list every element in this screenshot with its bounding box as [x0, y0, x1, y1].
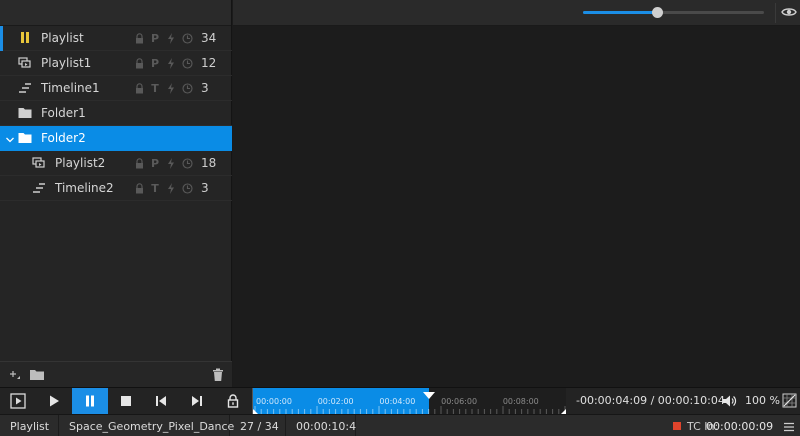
item-count: 18	[201, 156, 217, 170]
trash-icon[interactable]	[212, 368, 224, 382]
timeline-tick-label: 00:02:00	[317, 397, 354, 406]
lock-icon[interactable]	[131, 57, 147, 70]
folder-icon	[18, 132, 32, 144]
clock-icon[interactable]	[179, 157, 195, 170]
play-icon	[50, 395, 59, 407]
item-flags: T	[131, 182, 195, 195]
bolt-icon[interactable]	[163, 82, 179, 95]
status-mode: Playlist	[0, 415, 59, 436]
preview-area	[233, 26, 800, 387]
tree-item-label: Folder2	[41, 131, 86, 145]
new-folder-icon[interactable]	[29, 368, 45, 381]
item-count: 34	[201, 31, 217, 45]
pause-icon	[18, 32, 32, 44]
stop-icon	[121, 396, 131, 406]
skip-forward-icon	[192, 396, 202, 406]
lock-icon[interactable]	[131, 82, 147, 95]
playlist-sidebar: Playlist P 34 Playlist1 P 12 Timeline1 T 3 Folder…	[0, 0, 232, 387]
out-point-marker[interactable]	[558, 406, 566, 417]
transport-bar: 00:00:00 00:02:00 00:04:00 00:06:00 00:08:00…	[0, 387, 800, 417]
menu-icon[interactable]	[784, 421, 794, 432]
stop-button[interactable]	[108, 388, 144, 414]
lock-icon[interactable]	[131, 157, 147, 170]
next-button[interactable]	[179, 388, 215, 414]
time-readout: -00:00:04:09 / 00:00:10:04	[576, 394, 725, 407]
tree-item-folder2[interactable]: Folder2	[0, 126, 232, 151]
pause-button[interactable]	[72, 388, 108, 414]
tree-item-playlist1[interactable]: Playlist1 P 12	[0, 51, 232, 76]
bolt-icon[interactable]	[163, 157, 179, 170]
tc-value: 00:00:00:09	[706, 420, 774, 433]
skip-back-icon	[156, 396, 166, 406]
clock-icon[interactable]	[179, 182, 195, 195]
previous-button[interactable]	[143, 388, 179, 414]
lock-button[interactable]	[215, 388, 251, 414]
item-count: 3	[201, 181, 209, 195]
timeline-scrubber[interactable]: 00:00:00 00:02:00 00:04:00 00:06:00 00:08:00	[252, 388, 566, 417]
clock-icon[interactable]	[179, 57, 195, 70]
chevron-down-icon[interactable]	[5, 134, 15, 144]
bolt-icon[interactable]	[163, 32, 179, 45]
tree-item-label: Playlist	[41, 31, 84, 45]
tree-item-label: Playlist1	[41, 56, 92, 70]
zoom-slider-handle[interactable]	[651, 7, 663, 18]
timeline-icon	[18, 82, 32, 94]
item-flags: P	[131, 32, 195, 45]
timeline-tick-label: 00:04:00	[379, 397, 416, 406]
grid-toggle-icon[interactable]	[782, 393, 797, 408]
timeline-tick-label: 00:00:00	[256, 397, 292, 406]
lock-icon[interactable]	[131, 182, 147, 195]
flag-letter[interactable]: P	[147, 57, 163, 70]
item-flags: P	[131, 157, 195, 170]
flag-letter[interactable]: P	[147, 32, 163, 45]
tree-item-playlist[interactable]: Playlist P 34	[0, 26, 232, 51]
tree-item-timeline2[interactable]: Timeline2 T 3	[0, 176, 232, 201]
zoom-slider-fill	[583, 11, 658, 14]
tree-item-label: Timeline2	[55, 181, 114, 195]
tree-item-timeline1[interactable]: Timeline1 T 3	[0, 76, 232, 101]
sidebar-footer	[0, 361, 232, 387]
pause-icon	[86, 395, 94, 407]
tc-indicator	[673, 422, 681, 430]
add-icon[interactable]	[8, 367, 22, 381]
volume-level[interactable]: 100 %	[745, 394, 780, 407]
playhead-marker[interactable]	[423, 388, 435, 399]
tree-item-folder1[interactable]: Folder1	[0, 101, 232, 126]
play-from-start-button[interactable]	[0, 388, 36, 414]
volume-icon[interactable]	[722, 394, 737, 408]
tree-item-label: Timeline1	[41, 81, 100, 95]
play-boxed-icon	[10, 393, 26, 409]
lock-icon[interactable]	[131, 32, 147, 45]
timeline-icon	[32, 182, 46, 194]
timeline-tick-label: 00:08:00	[502, 397, 539, 406]
in-point-marker[interactable]	[253, 406, 261, 417]
playlist-icon	[32, 157, 46, 169]
tree-item-label: Folder1	[41, 106, 86, 120]
sidebar-header	[0, 0, 231, 26]
clock-icon[interactable]	[179, 82, 195, 95]
tree-item-label: Playlist2	[55, 156, 106, 170]
timeline-tick-label: 00:06:00	[441, 397, 478, 406]
flag-letter[interactable]: T	[147, 182, 163, 195]
clock-icon[interactable]	[179, 32, 195, 45]
eye-icon[interactable]	[781, 6, 797, 18]
status-duration: 00:00:10:4	[286, 415, 356, 436]
lock-icon	[227, 394, 239, 408]
status-clip-name: Space_Geometry_Pixel_Dance	[59, 415, 234, 436]
item-flags: T	[131, 82, 195, 95]
folder-icon	[18, 107, 32, 119]
item-count: 12	[201, 56, 217, 70]
item-flags: P	[131, 57, 195, 70]
play-button[interactable]	[36, 388, 72, 414]
bolt-icon[interactable]	[163, 182, 179, 195]
playlist-icon	[18, 57, 32, 69]
flag-letter[interactable]: P	[147, 157, 163, 170]
status-bar: Playlist Space_Geometry_Pixel_Dance 27 /…	[0, 414, 800, 436]
item-count: 3	[201, 81, 209, 95]
bolt-icon[interactable]	[163, 57, 179, 70]
flag-letter[interactable]: T	[147, 82, 163, 95]
toolbar-divider	[775, 3, 776, 23]
status-position: 27 / 34	[230, 415, 286, 436]
tree-item-playlist2[interactable]: Playlist2 P 18	[0, 151, 232, 176]
